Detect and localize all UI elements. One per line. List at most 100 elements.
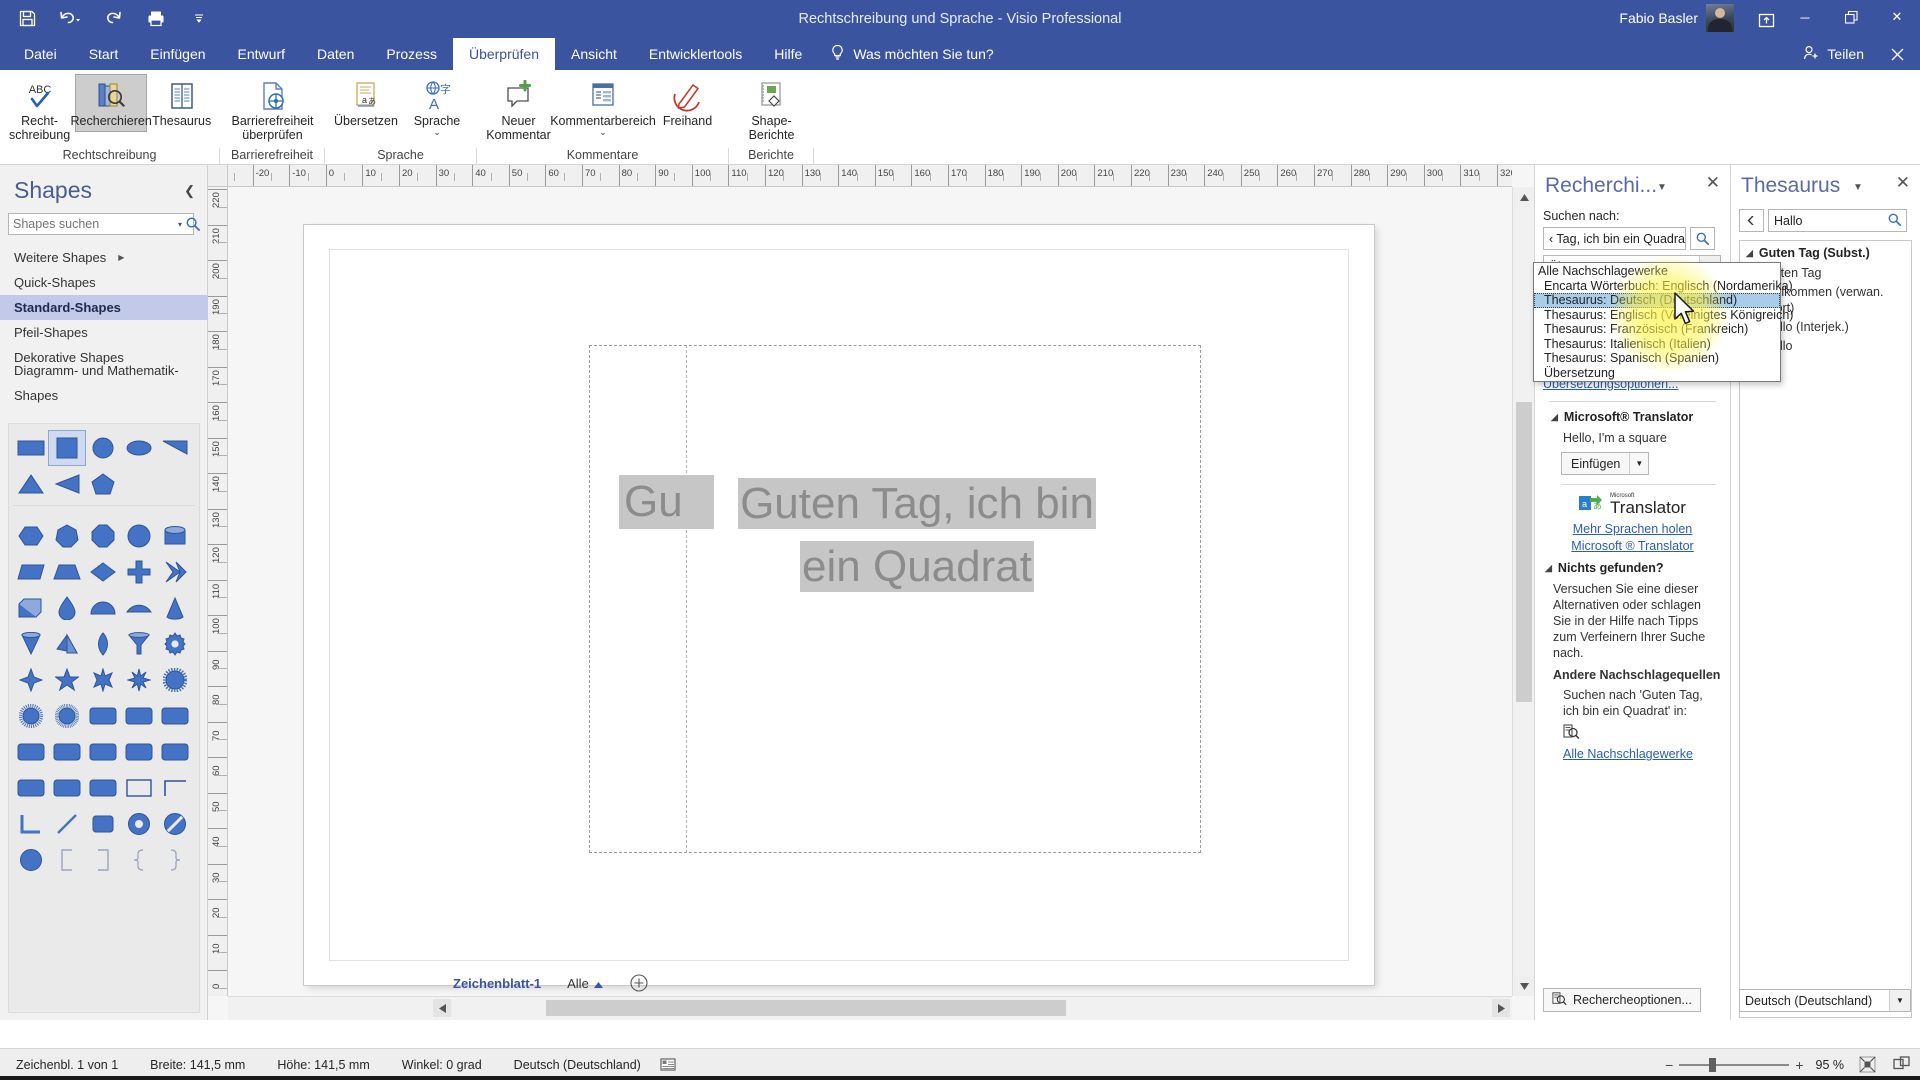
parallelogram-shape[interactable] <box>13 555 49 589</box>
tab-entwurf[interactable]: Entwurf <box>222 38 301 70</box>
dropdown-item[interactable]: Übersetzung <box>1534 366 1780 381</box>
shape-text-editor[interactable]: Guten Tag, ich bin ein Quadrat <box>724 472 1110 598</box>
new-comment-button[interactable]: Neuer Kommentar <box>483 74 554 146</box>
tab-ueberpruefen[interactable]: Überprüfen <box>452 38 555 70</box>
rounded-rect-shape-8[interactable] <box>157 735 193 769</box>
square-shape[interactable] <box>48 430 86 466</box>
dropdown-item[interactable]: Alle Nachschlagewerke <box>1534 264 1780 279</box>
chevron-down-icon[interactable]: ▾ <box>178 220 186 229</box>
language-button[interactable]: A字 Sprache ⌄ <box>403 74 471 140</box>
chevron-down-icon[interactable] <box>186 5 212 31</box>
rounded-rect-shape-7[interactable] <box>121 735 157 769</box>
rounded-rect-shape-2[interactable] <box>121 699 157 733</box>
bracket-shape-2[interactable] <box>85 843 121 877</box>
tab-start[interactable]: Start <box>73 38 135 70</box>
chevron-down-icon[interactable]: ⌄ <box>599 128 607 137</box>
vertical-ruler[interactable]: 220 210 200 190 180 170 160 150 140 130 120 110 100 9… <box>208 187 228 996</box>
chevron-down-icon[interactable]: ▼ <box>1629 453 1648 474</box>
ms-translator-link[interactable]: Microsoft ® Translator <box>1543 539 1722 553</box>
scroll-right-button[interactable] <box>1492 999 1510 1017</box>
dropdown-item[interactable]: Encarta Wörterbuch: Englisch (Nordamerik… <box>1534 279 1793 294</box>
left-triangle-shape[interactable] <box>49 467 85 501</box>
dropdown-item[interactable]: Thesaurus: Französisch (Frankreich) <box>1534 322 1780 337</box>
sixteen-point-star-shape[interactable] <box>157 663 193 697</box>
ribbon-display-options-icon[interactable] <box>1754 8 1778 32</box>
cone-shape[interactable] <box>157 591 193 625</box>
spelling-button[interactable]: ABC Recht-schreibung <box>6 74 73 146</box>
thesaurus-search-input[interactable]: Hallo <box>1768 209 1907 232</box>
line-shape[interactable] <box>49 807 85 841</box>
macro-record-icon[interactable] <box>657 1054 679 1076</box>
print-icon[interactable] <box>143 5 169 31</box>
burst-24-shape[interactable] <box>13 699 49 733</box>
tab-prozess[interactable]: Prozess <box>370 38 453 70</box>
search-input[interactable] <box>9 217 178 231</box>
horizontal-ruler[interactable]: 0-20-10010203040506070809010011012013014… <box>228 165 1512 187</box>
thesaurus-language-combo[interactable]: Deutsch (Deutschland) ▼ <box>1739 989 1911 1012</box>
selected-shape-bounds[interactable] <box>589 345 1201 853</box>
account-area[interactable]: Fabio Basler <box>1619 4 1734 32</box>
drawing-surface[interactable]: Gu Guten Tag, ich bin ein Quadrat <box>228 187 1534 1020</box>
close-icon[interactable]: ✕ <box>1896 174 1910 191</box>
circle-shape[interactable] <box>85 431 121 465</box>
ellipse-shape[interactable] <box>121 431 157 465</box>
chevron-down-icon[interactable]: ▼ <box>1853 182 1863 193</box>
burst-32-shape[interactable] <box>49 699 85 733</box>
scroll-up-button[interactable] <box>1513 187 1535 207</box>
insert-button[interactable]: Einfügen ▼ <box>1561 452 1650 475</box>
arc-shape[interactable] <box>121 591 157 625</box>
leaf-shape[interactable] <box>85 627 121 661</box>
no-symbol-shape[interactable] <box>157 807 193 841</box>
rounded-rect-shape-6[interactable] <box>85 735 121 769</box>
undo-icon[interactable] <box>57 5 83 31</box>
drawing-page[interactable]: Gu Guten Tag, ich bin ein Quadrat <box>304 225 1374 985</box>
rounded-square-shape[interactable] <box>85 807 121 841</box>
rounded-rect-shape-11[interactable] <box>85 771 121 805</box>
fit-page-icon[interactable] <box>1856 1054 1878 1076</box>
scroll-left-button[interactable] <box>433 999 451 1017</box>
trapezoid-shape[interactable] <box>49 555 85 589</box>
research-search-input[interactable]: ‹ Tag, ich bin ein Quadrat <box>1543 227 1686 250</box>
research-options-button[interactable]: Rechercheoptionen... <box>1543 988 1701 1012</box>
stencil-quick-shapes[interactable]: Quick-Shapes <box>0 270 208 295</box>
cube-shape[interactable] <box>13 591 49 625</box>
half-circle-shape[interactable] <box>85 591 121 625</box>
gear-shape[interactable] <box>157 627 193 661</box>
vertical-scrollbar[interactable] <box>1512 187 1535 996</box>
tab-entwicklertools[interactable]: Entwicklertools <box>633 38 758 70</box>
stencil-pfeil-shapes[interactable]: Pfeil-Shapes <box>0 320 208 345</box>
thesaurus-result-header[interactable]: ◢ Guten Tag (Subst.) <box>1742 246 1909 260</box>
plus-circle-icon[interactable] <box>629 973 649 993</box>
dropdown-item[interactable]: Thesaurus: Englisch (Vereinigtes Königre… <box>1534 308 1793 323</box>
all-references-link[interactable]: Alle Nachschlagewerke <box>1563 747 1722 761</box>
translate-button[interactable]: aあ Übersetzen <box>331 74 401 132</box>
stencil-diagramm-mathematik-shapes[interactable]: Diagramm- und Mathematik-Shapes <box>0 363 208 403</box>
tab-datei[interactable]: Datei <box>8 38 73 70</box>
stencil-weitere-shapes[interactable]: Weitere Shapes ▶ <box>0 245 208 270</box>
search-icon[interactable] <box>186 217 200 231</box>
rounded-rect-shape-10[interactable] <box>49 771 85 805</box>
search-icon[interactable] <box>1690 227 1715 250</box>
six-point-star-shape[interactable] <box>85 663 121 697</box>
chevron-down-icon[interactable]: ⌄ <box>433 128 441 137</box>
chevron-left-icon[interactable]: ❮ <box>184 183 195 199</box>
brace-shape-2[interactable] <box>157 843 193 877</box>
not-found-section-header[interactable]: ◢ Nichts gefunden? <box>1543 561 1722 575</box>
rectangle-shape[interactable] <box>13 431 49 465</box>
tell-me-search[interactable]: Was möchten Sie tun? <box>818 38 1005 70</box>
chevron-down-icon[interactable]: ▼ <box>1889 990 1910 1011</box>
five-point-star-shape[interactable] <box>49 663 85 697</box>
zoom-slider[interactable]: − + <box>1665 1057 1803 1073</box>
minimize-button[interactable]: ─ <box>1782 0 1828 34</box>
rounded-rect-shape-4[interactable] <box>13 735 49 769</box>
inverted-cone-shape[interactable] <box>13 627 49 661</box>
right-triangle-shape[interactable] <box>157 431 193 465</box>
zoom-level[interactable]: 95 % <box>1816 1058 1845 1072</box>
heptagon-shape[interactable] <box>49 519 85 553</box>
close-ribbon-button[interactable] <box>1874 38 1920 70</box>
corner-shape[interactable] <box>157 771 193 805</box>
sheet-tab-zeichenblatt-1[interactable]: Zeichenblatt-1 <box>453 976 541 991</box>
tab-ansicht[interactable]: Ansicht <box>555 38 633 70</box>
save-icon[interactable] <box>14 5 40 31</box>
vertical-scroll-thumb[interactable] <box>1516 402 1532 702</box>
